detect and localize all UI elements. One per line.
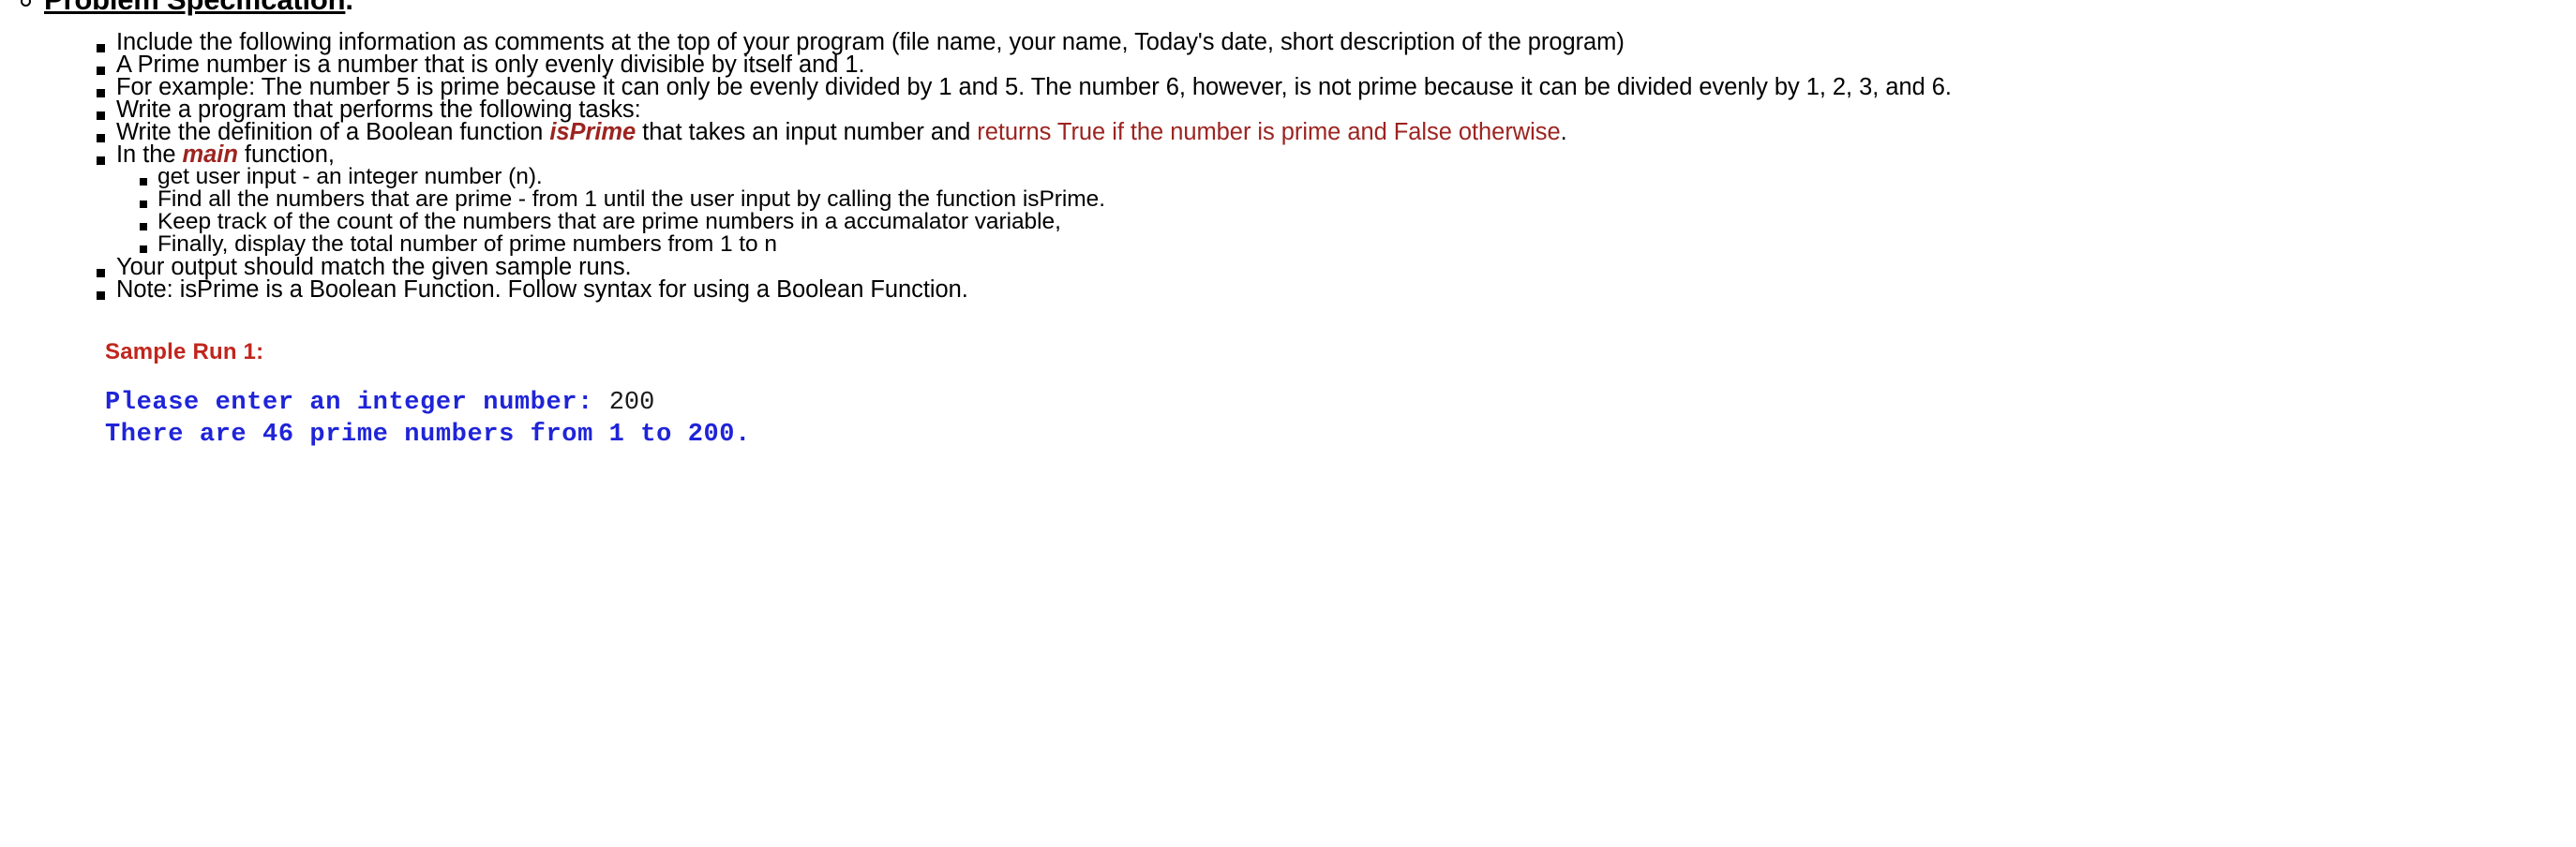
list-item: A Prime number is a number that is only … [97, 52, 2496, 78]
square-bullet-icon [140, 178, 147, 186]
square-bullet-icon [140, 201, 147, 208]
page-title-punctuation: . [345, 0, 353, 16]
specification-list: Include the following information as com… [97, 29, 2496, 303]
sample-run-console-output: Please enter an integer number: 200 There… [105, 387, 751, 451]
console-user-input-value: 200 [608, 389, 655, 417]
list-item: Your output should match the given sampl… [97, 254, 2496, 280]
document-page: Problem Specification. Include the follo… [0, 0, 2576, 847]
sub-bullet-keep-count: Keep track of the count of the numbers t… [157, 209, 1061, 234]
list-item: Write the definition of a Boolean functi… [97, 119, 2496, 145]
bullet-in-main-function: In the main function, [116, 142, 2496, 167]
square-bullet-icon [97, 44, 105, 52]
sub-list-item: get user input - an integer number (n). [140, 164, 2496, 189]
bullet-write-program: Write a program that performs the follow… [116, 97, 641, 123]
bullet-prime-example: For example: The number 5 is prime becau… [116, 74, 1952, 100]
bullet-note-boolean: Note: isPrime is a Boolean Function. Fol… [116, 276, 968, 303]
sub-bullet-find-primes: Find all the numbers that are prime - fr… [157, 186, 1105, 212]
square-bullet-icon [97, 134, 105, 142]
bullet-write-isprime-definition: Write the definition of a Boolean functi… [116, 119, 2496, 145]
bullet-include-comments: Include the following information as com… [116, 29, 1625, 55]
bullet-prime-definition: A Prime number is a number that is only … [116, 52, 865, 78]
page-title: Problem Specification. [44, 0, 353, 19]
list-item: In the main function, get user input - a… [97, 142, 2496, 257]
square-bullet-icon [140, 223, 147, 230]
console-prompt-line: Please enter an integer number: [105, 389, 609, 417]
square-bullet-icon [97, 67, 105, 75]
list-item: Write a program that performs the follow… [97, 97, 2496, 123]
isprime-emphasis-text: isPrime [549, 119, 637, 145]
list-item: Note: isPrime is a Boolean Function. Fol… [97, 276, 2496, 303]
main-function-sub-list: get user input - an integer number (n). … [140, 164, 2496, 257]
hollow-circle-bullet-icon [21, 0, 31, 7]
page-title-underlined-text: Problem Specification [44, 0, 346, 16]
sample-run-heading: Sample Run 1: [105, 339, 264, 364]
sub-list-item: Keep track of the count of the numbers t… [140, 209, 2496, 234]
console-result-line: There are 46 prime numbers from 1 to 200… [105, 421, 751, 449]
list-item: For example: The number 5 is prime becau… [97, 74, 2496, 100]
bullet-output-match: Your output should match the given sampl… [116, 254, 632, 280]
section-heading: Problem Specification. [0, 0, 353, 19]
square-bullet-icon [140, 245, 147, 253]
square-bullet-icon [97, 111, 105, 120]
isprime-highlight-text: returns True if the number is prime and … [977, 119, 1561, 145]
square-bullet-icon [97, 291, 105, 300]
sub-bullet-get-user-input: get user input - an integer number (n). [157, 164, 543, 189]
isprime-middle-text: that takes an input number and [636, 119, 978, 145]
square-bullet-icon [97, 156, 105, 165]
isprime-suffix-text: . [1560, 119, 1567, 145]
square-bullet-icon [97, 89, 105, 97]
sub-list-item: Finally, display the total number of pri… [140, 231, 2496, 257]
sub-list-item: Find all the numbers that are prime - fr… [140, 186, 2496, 212]
sub-bullet-display-total: Finally, display the total number of pri… [157, 231, 777, 257]
square-bullet-icon [97, 269, 105, 277]
list-item: Include the following information as com… [97, 29, 2496, 55]
